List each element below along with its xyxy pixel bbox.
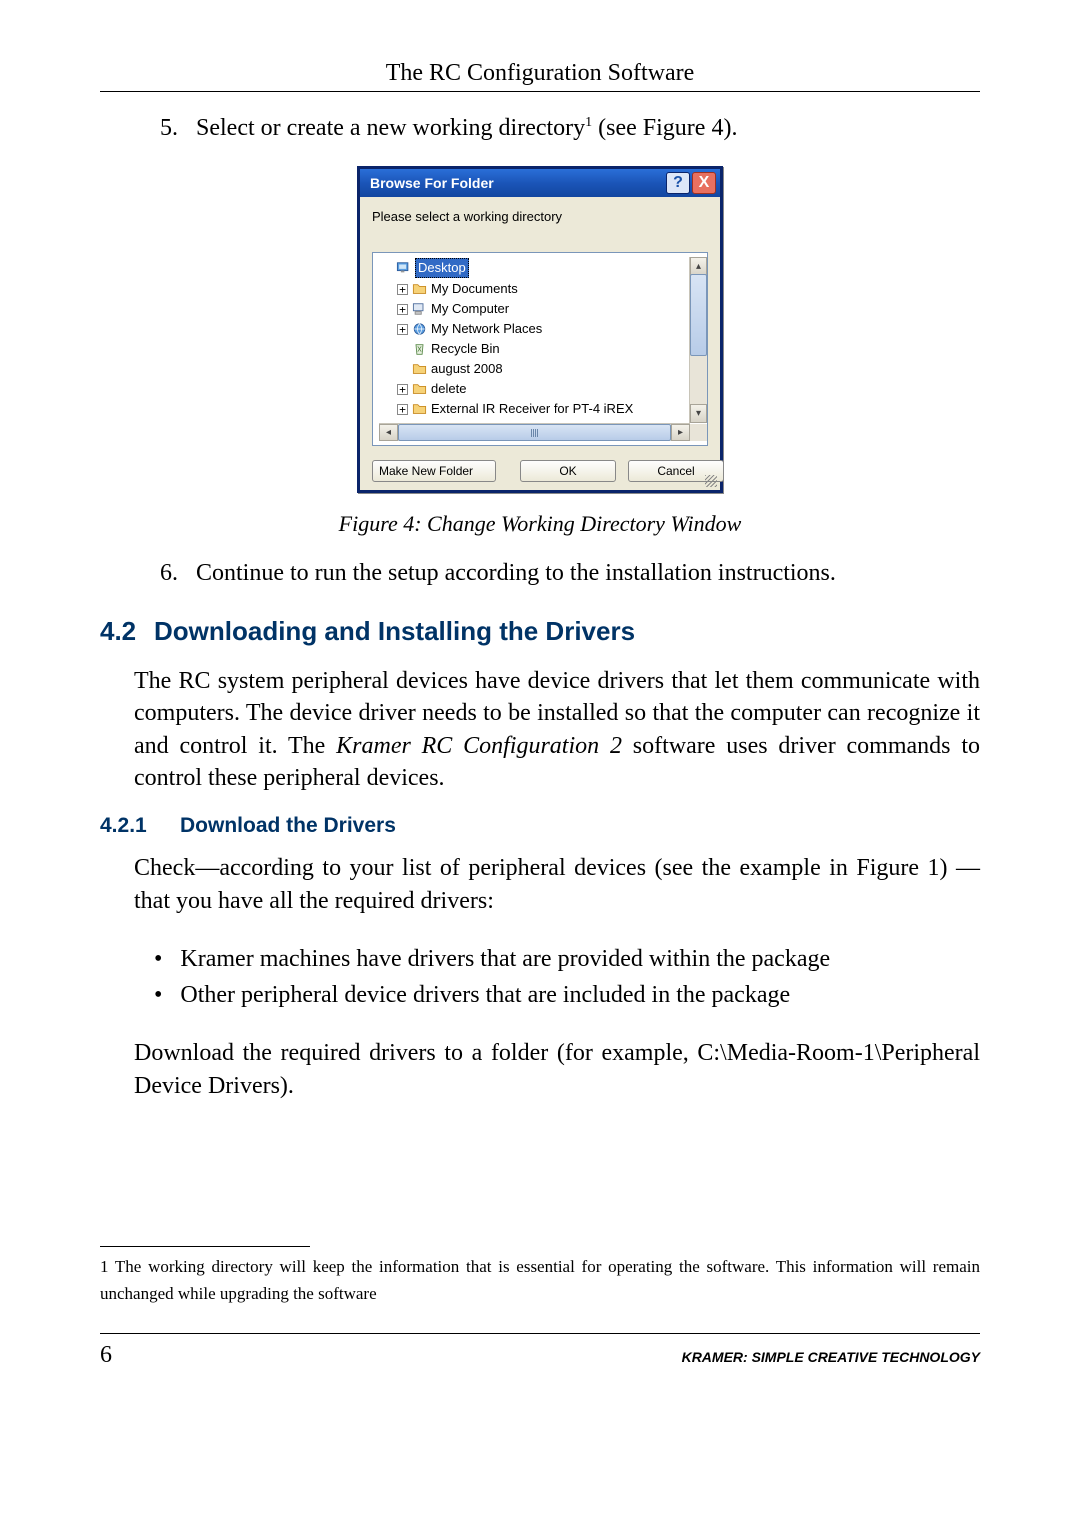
section-title: Downloading and Installing the Drivers bbox=[154, 616, 635, 646]
paragraph: The RC system peripheral devices have de… bbox=[134, 665, 980, 795]
scrollbar-corner bbox=[690, 424, 707, 441]
tree-item-label: Desktop bbox=[415, 258, 469, 278]
tree-item-label: My Computer bbox=[431, 300, 509, 318]
tree-item[interactable]: Recycle Bin bbox=[379, 339, 690, 359]
step-number: 6. bbox=[160, 557, 178, 589]
tree-item[interactable]: + My Computer bbox=[379, 299, 690, 319]
footer-brand-text: KRAMER: SIMPLE CREATIVE TECHNOLOGY bbox=[682, 1349, 980, 1365]
network-icon bbox=[412, 322, 427, 336]
figure-caption: Figure 4: Change Working Directory Windo… bbox=[100, 511, 980, 537]
horizontal-scrollbar[interactable]: ◂ ▸ bbox=[379, 423, 690, 441]
section-title: Download the Drivers bbox=[180, 814, 396, 837]
heading-4-2: 4.2Downloading and Installing the Driver… bbox=[100, 616, 980, 647]
dialog-titlebar[interactable]: Browse For Folder ? X bbox=[360, 169, 720, 197]
folder-icon bbox=[412, 382, 427, 396]
tree-item[interactable]: + delete bbox=[379, 379, 690, 399]
desktop-icon bbox=[396, 261, 411, 275]
expand-button[interactable]: + bbox=[397, 304, 408, 315]
tree-item-label: delete bbox=[431, 380, 466, 398]
tree-item-label: august 2008 bbox=[431, 360, 503, 378]
tree-item[interactable]: august 2008 bbox=[379, 359, 690, 379]
paragraph: Download the required drivers to a folde… bbox=[134, 1037, 980, 1102]
tree-item-label: My Network Places bbox=[431, 320, 542, 338]
heading-4-2-1: 4.2.1Download the Drivers bbox=[100, 814, 980, 838]
software-name: Kramer RC Configuration 2 bbox=[336, 733, 622, 759]
tree-item[interactable]: + My Network Places bbox=[379, 319, 690, 339]
horizontal-scroll-thumb[interactable] bbox=[398, 424, 671, 441]
list-item-step-6: 6. Continue to run the setup according t… bbox=[160, 557, 980, 589]
footnote: 1 The working directory will keep the in… bbox=[100, 1253, 980, 1307]
make-new-folder-button[interactable]: Make New Folder bbox=[372, 460, 496, 482]
section-number: 4.2 bbox=[100, 616, 154, 647]
recycle-icon bbox=[412, 342, 427, 356]
header-rule bbox=[100, 91, 980, 92]
scroll-down-button[interactable]: ▾ bbox=[690, 404, 707, 423]
folder-icon bbox=[412, 282, 427, 296]
tree-item[interactable]: + External IR Receiver for PT-4 iREX bbox=[379, 399, 690, 419]
expand-button[interactable]: + bbox=[397, 284, 408, 295]
footnote-rule bbox=[100, 1246, 310, 1247]
list-item: •Other peripheral device drivers that ar… bbox=[154, 977, 980, 1013]
footnote-number: 1 bbox=[100, 1257, 109, 1276]
dialog-instruction: Please select a working directory bbox=[372, 209, 708, 224]
list-item: •Kramer machines have drivers that are p… bbox=[154, 941, 980, 977]
resize-grip[interactable] bbox=[705, 475, 717, 487]
step-number: 5. bbox=[160, 112, 178, 144]
tree-item-label: Recycle Bin bbox=[431, 340, 500, 358]
ok-button[interactable]: OK bbox=[520, 460, 616, 482]
folder-icon bbox=[412, 402, 427, 416]
close-button[interactable]: X bbox=[692, 172, 716, 194]
help-button[interactable]: ? bbox=[666, 172, 690, 194]
bullet-list: •Kramer machines have drivers that are p… bbox=[154, 941, 980, 1013]
scroll-thumb[interactable] bbox=[690, 274, 707, 356]
section-number: 4.2.1 bbox=[100, 814, 180, 838]
tree-item[interactable]: Desktop bbox=[379, 257, 690, 279]
computer-icon bbox=[412, 302, 427, 316]
page-number: 6 bbox=[100, 1342, 112, 1369]
expand-button[interactable]: + bbox=[397, 384, 408, 395]
tree-item[interactable]: + My Documents bbox=[379, 279, 690, 299]
dialog-title: Browse For Folder bbox=[370, 175, 494, 191]
paragraph: Check—according to your list of peripher… bbox=[134, 852, 980, 917]
scroll-right-button[interactable]: ▸ bbox=[671, 424, 690, 441]
expand-button[interactable]: + bbox=[397, 324, 408, 335]
list-item-step-5: 5. Select or create a new working direct… bbox=[160, 112, 980, 144]
step-text: Select or create a new working directory… bbox=[196, 112, 737, 144]
scroll-left-button[interactable]: ◂ bbox=[379, 424, 398, 441]
expand-button[interactable]: + bbox=[397, 404, 408, 415]
browse-for-folder-dialog: Browse For Folder ? X Please select a wo… bbox=[357, 166, 723, 493]
vertical-scrollbar[interactable]: ▴ ▾ bbox=[689, 257, 707, 423]
tree-item-label: My Documents bbox=[431, 280, 518, 298]
footer-rule bbox=[100, 1333, 980, 1334]
tree-item-label: External IR Receiver for PT-4 iREX bbox=[431, 400, 633, 418]
folder-tree[interactable]: Desktop + My Documents + My Computer + My Netw… bbox=[372, 252, 708, 446]
running-header: The RC Configuration Software bbox=[100, 60, 980, 87]
step-text: Continue to run the setup according to t… bbox=[196, 557, 836, 589]
folder-icon bbox=[412, 362, 427, 376]
